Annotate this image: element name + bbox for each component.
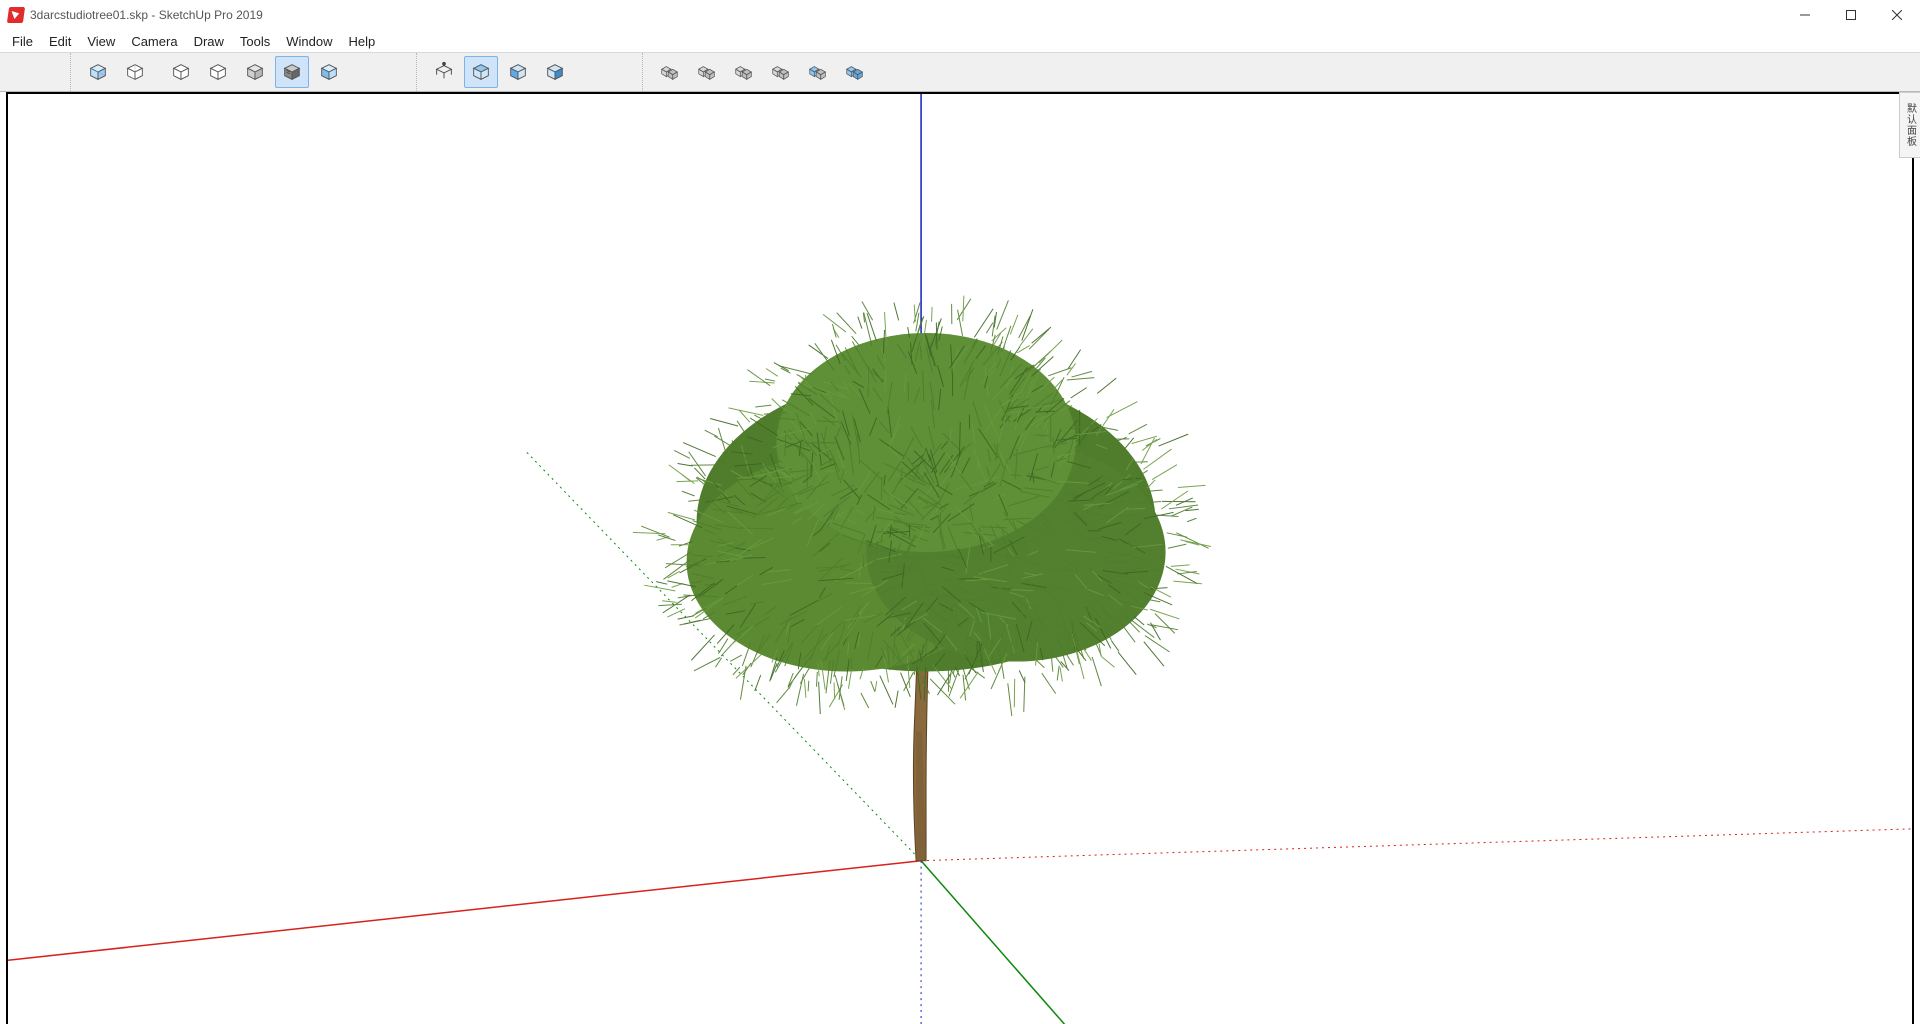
- scene-button-1[interactable]: [653, 56, 687, 88]
- menu-edit[interactable]: Edit: [41, 32, 79, 51]
- axis-green-pos: [921, 861, 1165, 1024]
- toolbar-group-views: [416, 53, 582, 91]
- app-icon: [7, 7, 25, 23]
- style-shadedtex-button[interactable]: [275, 56, 309, 88]
- cube-mono-icon: [318, 61, 340, 83]
- stack-icon: [659, 61, 681, 83]
- menu-file[interactable]: File: [4, 32, 41, 51]
- cube-hiddenline-icon: [207, 61, 229, 83]
- style-backedges-button[interactable]: [118, 56, 152, 88]
- maximize-button[interactable]: [1828, 0, 1874, 30]
- cube-textured-icon: [281, 61, 303, 83]
- menu-view[interactable]: View: [79, 32, 123, 51]
- menu-draw[interactable]: Draw: [186, 32, 232, 51]
- toolbar: [0, 52, 1920, 92]
- cube-backedges-icon: [124, 61, 146, 83]
- menu-camera[interactable]: Camera: [123, 32, 185, 51]
- stack-icon: [733, 61, 755, 83]
- cube-right-icon: [544, 61, 566, 83]
- toolbar-group-styles: [70, 53, 356, 91]
- style-xray-button[interactable]: [81, 56, 115, 88]
- view-iso-button[interactable]: [427, 56, 461, 88]
- stack-icon: [770, 61, 792, 83]
- scene-button-4[interactable]: [764, 56, 798, 88]
- viewport[interactable]: [6, 92, 1914, 1024]
- scene-button-2[interactable]: [690, 56, 724, 88]
- scene-svg: [8, 94, 1912, 1024]
- stack-icon: [807, 61, 829, 83]
- cube-gray-icon: [244, 61, 266, 83]
- menu-help[interactable]: Help: [341, 32, 384, 51]
- style-hiddenline-button[interactable]: [201, 56, 235, 88]
- viewport-container: 默认面板: [0, 92, 1920, 1024]
- cube-front-icon: [507, 61, 529, 83]
- close-button[interactable]: [1874, 0, 1920, 30]
- view-top-button[interactable]: [464, 56, 498, 88]
- style-shaded-button[interactable]: [238, 56, 272, 88]
- cube-top-icon: [470, 61, 492, 83]
- cube-xray-icon: [87, 61, 109, 83]
- scene-button-3[interactable]: [727, 56, 761, 88]
- menu-window[interactable]: Window: [278, 32, 340, 51]
- titlebar: 3darcstudiotree01.skp - SketchUp Pro 201…: [0, 0, 1920, 30]
- tree-model[interactable]: [633, 296, 1211, 861]
- stack-icon: [696, 61, 718, 83]
- style-wireframe-button[interactable]: [164, 56, 198, 88]
- view-front-button[interactable]: [501, 56, 535, 88]
- view-right-button[interactable]: [538, 56, 572, 88]
- style-monochrome-button[interactable]: [312, 56, 346, 88]
- window-title: 3darcstudiotree01.skp - SketchUp Pro 201…: [30, 8, 263, 22]
- toolbar-group-scenes: [642, 53, 882, 91]
- axis-red-pos: [921, 829, 1912, 861]
- minimize-button[interactable]: [1782, 0, 1828, 30]
- tray-tab[interactable]: 默认面板: [1899, 92, 1920, 158]
- iso-icon: [433, 61, 455, 83]
- cube-wire-icon: [170, 61, 192, 83]
- scene-button-6[interactable]: [838, 56, 872, 88]
- window-controls: [1782, 0, 1920, 30]
- scene-button-5[interactable]: [801, 56, 835, 88]
- menubar: File Edit View Camera Draw Tools Window …: [0, 30, 1920, 52]
- axis-red-neg: [8, 861, 921, 961]
- stack-icon: [844, 61, 866, 83]
- menu-tools[interactable]: Tools: [232, 32, 278, 51]
